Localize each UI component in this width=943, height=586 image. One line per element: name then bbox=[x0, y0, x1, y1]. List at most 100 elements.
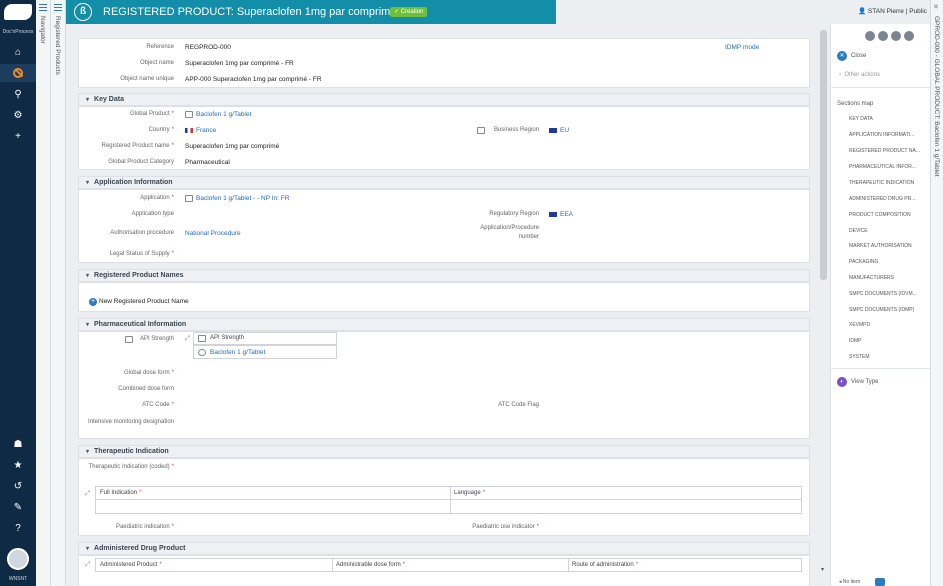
navigator-label: Navigator bbox=[39, 16, 46, 44]
map-item-xevmpd[interactable]: XEVMPD bbox=[849, 322, 870, 328]
close-icon[interactable]: ✕ bbox=[837, 51, 847, 61]
category-value[interactable]: Pharmaceutical bbox=[185, 159, 230, 166]
map-item-market-authorisation[interactable]: MARKET AUTHORISATION bbox=[849, 243, 912, 249]
global-product-panel[interactable]: ✕ GPROD-000 - GLOBAL PRODUCT: Baclofen 1… bbox=[930, 0, 943, 586]
dose-form-column: Administrable dose form * bbox=[336, 562, 406, 568]
link-icon bbox=[198, 349, 206, 356]
item-count-badge bbox=[875, 578, 885, 586]
map-item-device[interactable]: DEVICE bbox=[849, 228, 868, 234]
plus-icon[interactable]: + bbox=[0, 128, 36, 146]
map-item-administered[interactable]: ADMINISTERED DRUG PR... bbox=[849, 196, 915, 202]
object-name-unique-label: Object name unique bbox=[120, 76, 174, 82]
map-item-smpc-idvm[interactable]: SMPC DOCUMENTS (IDVM... bbox=[849, 291, 917, 297]
view-type-button[interactable]: View Type bbox=[851, 379, 878, 385]
action-circle-icon[interactable] bbox=[891, 31, 901, 41]
section-therapeutic-indication[interactable]: ▾ Therapeutic Indication bbox=[78, 445, 810, 458]
map-item-packaging[interactable]: PACKAGING bbox=[849, 259, 878, 265]
paediatric-indication-label: Paediatric indication * bbox=[115, 524, 174, 530]
map-item-pharmaceutical[interactable]: PHARMACEUTICAL INFOR... bbox=[849, 164, 916, 170]
main-scrollbar[interactable] bbox=[820, 30, 827, 280]
menu-icon[interactable] bbox=[54, 4, 62, 11]
business-region-label: Business Region bbox=[493, 127, 539, 133]
identity-card: Reference REGPROD-000 IDMP mode Object n… bbox=[78, 38, 810, 88]
map-item-idmp[interactable]: IDMP bbox=[849, 338, 862, 344]
api-strength-link[interactable]: Baclofen 1 g/Tablet bbox=[210, 349, 265, 356]
action-circle-icon[interactable] bbox=[878, 31, 888, 41]
close-icon[interactable]: ✕ bbox=[933, 3, 939, 11]
app-logo-text: Doc'nProcess bbox=[2, 29, 34, 35]
map-item-manufacturers[interactable]: MANUFACTURERS bbox=[849, 275, 894, 281]
country-link[interactable]: France bbox=[185, 127, 216, 134]
map-item-application[interactable]: APPLICATION INFORMATI... bbox=[849, 132, 914, 138]
sitemap-icon[interactable]: ☗ bbox=[0, 436, 36, 454]
link-icon bbox=[198, 335, 206, 342]
business-region-link[interactable]: EU bbox=[549, 127, 569, 134]
rail-username: WNSNT bbox=[8, 576, 28, 582]
home-icon[interactable]: ⌂ bbox=[0, 44, 36, 62]
global-product-panel-label: GPROD-000 - GLOBAL PRODUCT: Baclofen 1 g… bbox=[933, 16, 940, 177]
link-icon bbox=[185, 111, 193, 118]
expand-icon[interactable]: ⤢ bbox=[185, 335, 190, 343]
map-item-smpc-idmp[interactable]: SMPC DOCUMENTS (IDMP) bbox=[849, 307, 914, 313]
navigator-panel[interactable]: Navigator bbox=[36, 0, 51, 586]
user-name: STAN Pierre bbox=[867, 8, 904, 15]
view-type-icon[interactable]: ◐ bbox=[837, 377, 847, 387]
regulatory-region-link[interactable]: EEA bbox=[549, 211, 573, 218]
section-key-data[interactable]: ▾ Key Data bbox=[78, 93, 810, 106]
registered-name-value[interactable]: Superaclofen 1mg par comprimé bbox=[185, 143, 279, 150]
application-number-label: Application/Procedure number bbox=[480, 225, 539, 240]
api-strength-row[interactable]: Baclofen 1 g/Tablet bbox=[193, 345, 337, 359]
administered-product-column: Administered Product * bbox=[100, 562, 162, 568]
registered-name-label: Registered Product name * bbox=[101, 143, 174, 149]
map-item-composition[interactable]: PRODUCT COMPOSITION bbox=[849, 212, 911, 218]
idmp-mode-link[interactable]: IDMP mode bbox=[725, 44, 759, 51]
menu-icon[interactable] bbox=[39, 4, 47, 11]
registered-products-panel[interactable]: Registered Products bbox=[51, 0, 66, 586]
api-strength-column: API Strength bbox=[210, 335, 245, 341]
section-pharmaceutical-information[interactable]: ▾ Pharmaceutical Information bbox=[78, 318, 810, 331]
new-name-button[interactable]: + New Registered Product Name bbox=[89, 298, 189, 306]
map-item-key-data[interactable]: KEY DATA bbox=[849, 116, 873, 122]
action-circle-icon[interactable] bbox=[904, 31, 914, 41]
reference-label: Reference bbox=[146, 44, 174, 50]
page-title: REGISTERED PRODUCT: Superaclofen 1mg par… bbox=[103, 6, 421, 18]
gear-icon[interactable]: ⚙ bbox=[0, 107, 36, 125]
application-link[interactable]: Baclofen 1 g/Tablet - - NP In: FR bbox=[196, 195, 289, 202]
procedure-link[interactable]: National Procedure bbox=[185, 230, 241, 237]
other-actions-toggle[interactable]: › Other actions bbox=[839, 72, 880, 78]
app-logo[interactable] bbox=[4, 4, 32, 20]
map-item-therapeutic[interactable]: THERAPEUTIC INDICATION bbox=[849, 180, 914, 186]
flag-eu-icon bbox=[549, 211, 557, 217]
section-application-information[interactable]: ▾ Application Information bbox=[78, 176, 810, 189]
help-icon[interactable]: ? bbox=[0, 520, 36, 538]
avatar[interactable] bbox=[7, 548, 29, 570]
flag-eu-icon bbox=[549, 127, 557, 133]
full-indication-column: Full Indication * bbox=[100, 490, 142, 496]
global-dose-label: Global dose form * bbox=[123, 370, 174, 376]
tools-icon[interactable]: ✎ bbox=[0, 499, 36, 517]
administered-card: ⤢ Administered Product * Administrable do… bbox=[78, 555, 810, 586]
link-icon bbox=[185, 195, 193, 202]
section-registered-product-names[interactable]: ▾ Registered Product Names bbox=[78, 269, 810, 282]
indication-table: Full Indication * Language * bbox=[95, 486, 802, 514]
key-data-card: Global Product * Baclofen 1 g/Tablet Coun… bbox=[78, 106, 810, 170]
expand-icon[interactable]: ⤢ bbox=[85, 490, 90, 498]
status-badge: ✓ Creation bbox=[390, 7, 428, 17]
section-administered-drug-product[interactable]: ▾ Administered Drug Product bbox=[78, 542, 810, 555]
regulatory-region-label: Regulatory Region bbox=[489, 211, 539, 217]
application-card: Application * Baclofen 1 g/Tablet - - NP … bbox=[78, 189, 810, 263]
pharma-card: API Strength ⤢ API Strength Baclofen 1 g… bbox=[78, 331, 810, 439]
close-button[interactable]: Close bbox=[851, 53, 866, 59]
global-product-link[interactable]: Baclofen 1 g/Tablet bbox=[196, 111, 251, 118]
map-item-system[interactable]: SYSTEM bbox=[849, 354, 870, 360]
search-icon[interactable]: ⚲ bbox=[0, 86, 36, 104]
expand-icon[interactable]: ⤢ bbox=[85, 561, 90, 569]
history-icon[interactable]: ↺ bbox=[0, 478, 36, 496]
scroll-down-icon[interactable]: ▾ bbox=[821, 566, 824, 573]
ban-icon[interactable] bbox=[0, 64, 36, 82]
user-menu[interactable]: 👤 STAN Pierre | Public bbox=[858, 7, 927, 15]
map-item-registered-names[interactable]: REGISTERED PRODUCT NA... bbox=[849, 148, 920, 154]
star-icon[interactable]: ★ bbox=[0, 457, 36, 475]
link-icon bbox=[477, 127, 485, 134]
action-circle-icon[interactable] bbox=[865, 31, 875, 41]
